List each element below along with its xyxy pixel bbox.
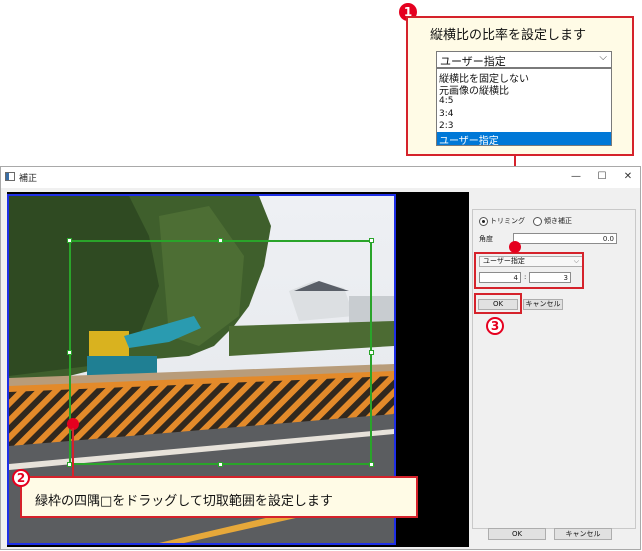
crop-frame[interactable] [67,238,374,467]
crop-handle-bottom-right[interactable] [369,462,374,467]
option-original[interactable]: 元画像の縦横比 [439,82,509,97]
app-icon [5,172,15,181]
ok-highlight [474,293,522,314]
callout-2-leader [72,428,74,476]
callout-2-text: 緑枠の四隅□をドラッグして切取範囲を設定します [35,494,333,509]
option-user-label: ユーザー指定 [439,136,499,147]
option-3-4[interactable]: 3:4 [439,109,453,119]
crop-handle-right[interactable] [369,350,374,355]
skew-radio[interactable] [533,217,542,226]
option-user-selected[interactable]: ユーザー指定 [437,132,611,147]
crop-handle-bottom[interactable] [218,462,223,467]
minimize-button[interactable]: — [563,169,589,185]
trim-radio-label: トリミング [490,217,525,225]
skew-radio-label: 傾き補正 [544,217,572,225]
ratio-highlight [474,252,584,289]
title-bar: 補正 — ☐ ✕ [1,167,640,188]
callout-1-text: 縦横比の比率を設定します [430,28,587,43]
callout-aspect-ratio: 縦横比の比率を設定します ユーザー指定 ⌵ 縦横比を固定しない 元画像の縦横比 … [406,16,634,156]
angle-input[interactable]: 0.0 [513,233,617,244]
aspect-ratio-dropdown[interactable]: ユーザー指定 ⌵ [436,51,612,68]
aspect-ratio-options-list: 縦横比を固定しない 元画像の縦横比 4:5 3:4 2:3 ユーザー指定 [436,68,612,147]
maximize-button[interactable]: ☐ [589,169,615,185]
trim-radio[interactable] [479,217,488,226]
crop-handle-top-left[interactable] [67,238,72,243]
callout-number-3: 3 [486,317,504,335]
window-title: 補正 [19,174,38,184]
footer-cancel-button[interactable]: キャンセル [554,528,612,540]
option-4-5[interactable]: 4:5 [439,96,453,106]
option-2-3[interactable]: 2:3 [439,121,453,131]
panel-cancel-button[interactable]: キャンセル [523,299,563,310]
angle-label: 角度 [479,235,493,243]
close-button[interactable]: ✕ [615,169,641,185]
aspect-ratio-dropdown-value: ユーザー指定 [440,55,506,68]
crop-handle-left[interactable] [67,350,72,355]
callout-1-anchor-dot [509,241,521,253]
callout-number-2: 2 [12,469,30,487]
callout-drag-corners: 緑枠の四隅□をドラッグして切取範囲を設定します [20,476,418,518]
footer-ok-button[interactable]: OK [488,528,546,540]
chevron-down-icon: ⌵ [599,52,607,63]
crop-handle-top-right[interactable] [369,238,374,243]
crop-handle-top[interactable] [218,238,223,243]
